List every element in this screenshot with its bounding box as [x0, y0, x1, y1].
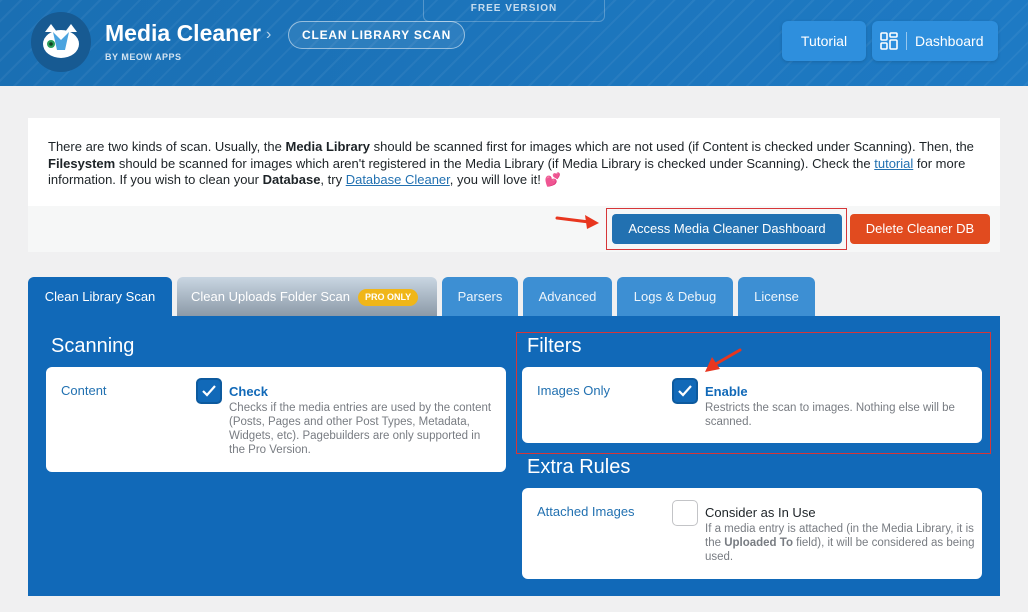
dashboard-button-label: Dashboard — [915, 33, 984, 49]
content-check-title: Check — [229, 384, 269, 399]
info-description: There are two kinds of scan. Usually, th… — [48, 139, 988, 189]
info-bold-filesystem: Filesystem — [48, 155, 116, 171]
scanning-card: Content Check Checks if the media entrie… — [46, 367, 506, 472]
app-vendor: BY MEOW APPS — [105, 52, 182, 62]
scanning-section-title: Scanning — [51, 335, 135, 357]
tab-clean-uploads-folder-scan[interactable]: Clean Uploads Folder Scan PRO ONLY — [177, 277, 437, 317]
content-option-label: Content — [61, 383, 107, 398]
pro-only-badge: PRO ONLY — [357, 289, 419, 307]
tab-logs-debug[interactable]: Logs & Debug — [617, 277, 733, 317]
images-only-description: Restricts the scan to images. Nothing el… — [705, 402, 955, 428]
info-text-part: There are two kinds of scan. Usually, th… — [48, 139, 286, 154]
red-arrow-annotation-icon — [705, 348, 742, 372]
meow-apps-logo — [31, 12, 91, 72]
consider-in-use-title: Consider as In Use — [705, 505, 816, 520]
dashboard-grid-icon — [880, 32, 898, 50]
heart-icon: 💕 — [544, 172, 561, 187]
info-text-part: should be scanned first for images which… — [370, 139, 974, 154]
free-version-badge: FREE VERSION — [423, 0, 605, 22]
delete-cleaner-db-button[interactable]: Delete Cleaner DB — [850, 214, 990, 244]
filters-card: Images Only Enable Restricts the scan to… — [522, 367, 982, 443]
attached-images-label: Attached Images — [537, 504, 635, 519]
database-cleaner-link[interactable]: Database Cleaner — [346, 172, 450, 187]
attached-images-checkbox[interactable] — [672, 500, 698, 526]
tab-label: Clean Uploads Folder Scan — [191, 289, 350, 304]
images-only-checkbox[interactable] — [672, 378, 698, 404]
info-bold-database: Database — [262, 172, 321, 187]
extra-rules-card: Attached Images Consider as In Use If a … — [522, 488, 982, 579]
tutorial-link[interactable]: tutorial — [874, 156, 913, 171]
app-title: Media Cleaner — [105, 20, 261, 46]
tutorial-button[interactable]: Tutorial — [782, 21, 866, 61]
access-dashboard-button[interactable]: Access Media Cleaner Dashboard — [612, 214, 842, 244]
red-arrow-annotation-icon — [555, 215, 599, 229]
desc-bold-uploaded-to: Uploaded To — [724, 537, 793, 549]
content-check-description: Checks if the media entries are used by … — [229, 402, 492, 456]
checkmark-icon — [678, 385, 692, 397]
breadcrumb-chevron-icon: › — [266, 26, 272, 43]
checkmark-icon — [202, 385, 216, 397]
button-separator — [906, 32, 907, 50]
breadcrumb-current-page[interactable]: CLEAN LIBRARY SCAN — [288, 21, 466, 49]
content-checkbox[interactable] — [196, 378, 222, 404]
images-only-enable-title: Enable — [705, 384, 748, 399]
cat-logo-icon — [43, 24, 79, 58]
tab-parsers[interactable]: Parsers — [442, 277, 518, 317]
tab-clean-library-scan[interactable]: Clean Library Scan — [28, 277, 172, 317]
attached-images-description: If a media entry is attached (in the Med… — [705, 522, 975, 564]
tab-license[interactable]: License — [738, 277, 815, 317]
info-text-part: , you will love it! — [449, 172, 545, 187]
filters-section-title: Filters — [527, 335, 582, 357]
app-header: FREE VERSION Media Cleaner BY MEOW APPS … — [0, 0, 1028, 86]
dashboard-button[interactable]: Dashboard — [872, 21, 998, 61]
info-text-part: , try — [320, 172, 346, 187]
info-bold-media-library: Media Library — [285, 139, 371, 154]
tab-advanced[interactable]: Advanced — [523, 277, 612, 317]
images-only-label: Images Only — [537, 383, 610, 398]
extra-rules-section-title: Extra Rules — [527, 456, 631, 478]
info-text-part: should be scanned for images which aren'… — [115, 155, 875, 171]
